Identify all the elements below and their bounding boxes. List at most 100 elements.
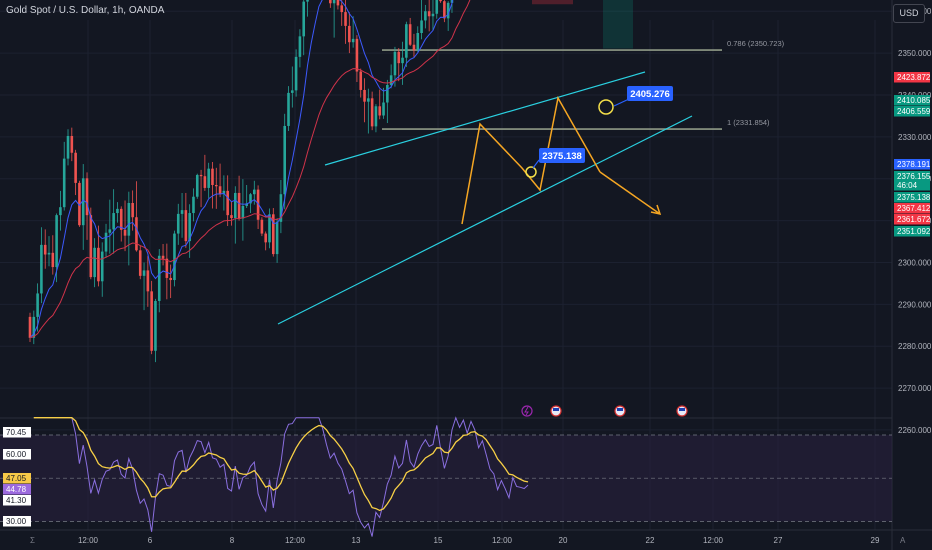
candle-body [233,192,237,219]
candle-body [180,210,184,214]
candle-body [226,190,229,216]
callout-entry-label: 2375.138 [542,151,582,162]
chart-title: Gold Spot / U.S. Dollar, 1h, OANDA [6,5,165,16]
candle-body [74,152,77,183]
us-flag-icon [617,408,623,411]
time-tick-label: 8 [230,536,235,545]
rsi-axis-label: 70.45 [6,428,27,437]
entry-circle-marker [525,166,537,178]
candle-body [416,33,420,51]
candlestick-series [28,0,454,363]
candle-body [275,221,279,255]
candle-body [108,229,112,233]
candle-body [165,258,169,278]
time-tick-label: 15 [434,536,443,545]
candle-body [287,92,290,126]
rsi-axis-label: 60.00 [6,450,27,459]
candle-body [195,174,199,197]
candle-body [192,196,195,214]
callout-target-label: 2405.276 [630,89,670,100]
candle-body [28,316,32,338]
rsi-axis-label: 47.05 [6,474,27,483]
price-badge-label: 2423.872 [897,73,931,82]
candle-body [161,255,165,259]
price-tick-label: 2290.000 [898,300,932,309]
candle-body [405,24,408,58]
candle-body [138,250,142,276]
time-tick-label: 6 [148,536,153,545]
fibonacci-retracement: 0 (2420.025)0.236 (2399.216)0.382 (2386.… [382,39,785,130]
candle-body [408,24,412,45]
currency-button[interactable]: USD [893,4,925,23]
price-badge-label: 46:04 [897,181,918,190]
candle-body [302,1,306,37]
candle-body [97,247,100,282]
candle-body [271,214,275,255]
candle-body [374,106,378,127]
candle-body [199,174,203,177]
candle-body [424,11,427,21]
candle-body [146,270,150,292]
candle-body [332,0,336,4]
callout-entry-pointer [532,159,540,169]
candle-body [59,207,62,216]
fib-level-label: 1 (2331.854) [727,118,770,127]
candle-body [412,44,416,51]
auto-scale-button[interactable]: A [900,536,905,545]
candle-body [443,1,446,19]
candle-body [85,178,89,216]
time-tick-label: 29 [871,536,880,545]
candle-body [382,102,385,116]
candle-body [359,71,363,90]
candle-body [431,13,435,17]
candle-body [329,0,332,4]
short-position-profit-zone [603,0,633,49]
candle-body [420,20,423,34]
candle-body [241,205,245,219]
candle-body [306,0,309,2]
price-badge-label: 2376.155 [897,172,931,181]
candle-body [298,36,302,57]
time-tick-label: 12:00 [492,536,513,545]
candle-body [367,98,370,102]
candle-body [351,38,355,43]
price-tick-label: 2270.000 [898,384,932,393]
long-position-stop-zone [532,0,573,5]
candle-body [131,202,134,218]
candle-body [203,176,207,188]
fib-level-label: 0.786 (2350.723) [727,39,785,48]
callout-target-pointer [613,98,630,107]
price-tick-label: 2330.000 [898,133,932,142]
candle-body [378,106,382,116]
candle-body [401,57,404,64]
candle-body [264,233,267,243]
price-badge-label: 2378.191 [897,160,931,169]
candle-body [123,229,127,236]
price-badge-label: 2375.138 [897,193,931,202]
price-badge-label: 2406.559 [897,107,931,116]
candle-body [237,192,241,219]
candle-body [66,136,70,159]
candle-body [104,232,108,252]
sigma-icon[interactable]: Σ [30,536,35,545]
chart-canvas[interactable]: 2440.0002430.0002420.0002410.0002400.000… [0,0,932,550]
candle-body [211,168,214,185]
channel-lower-line [277,115,693,325]
candle-body [173,233,176,281]
price-badge-label: 2361.672 [897,215,931,224]
candle-body [62,158,66,208]
price-tick-label: 2260.000 [898,426,932,435]
candle-body [260,219,264,234]
candle-body [218,186,222,195]
candle-body [40,244,43,294]
candle-body [207,168,210,188]
candle-body [348,25,351,43]
candle-body [252,189,256,195]
time-tick-label: 12:00 [78,536,99,545]
price-tick-label: 2300.000 [898,258,932,267]
candle-body [344,12,347,26]
candle-body [355,38,359,72]
rsi-axis-label: 30.00 [6,517,27,526]
candle-body [142,270,146,276]
price-badge-label: 2351.092 [897,227,931,236]
